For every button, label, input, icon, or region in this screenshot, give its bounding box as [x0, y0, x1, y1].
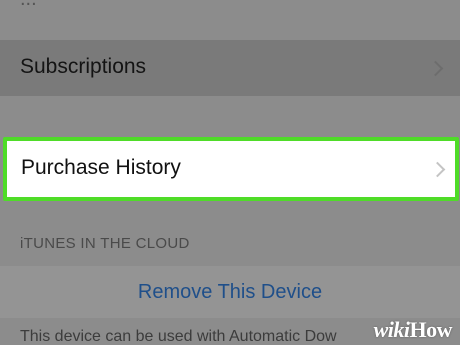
- settings-screen: ... Subscriptions Purchase History iTUNE…: [0, 0, 460, 345]
- subscriptions-label: Subscriptions: [20, 55, 147, 78]
- remove-device-row[interactable]: Remove This Device: [0, 266, 460, 318]
- purchase-history-row[interactable]: Purchase History: [3, 137, 459, 201]
- top-partial-text: ...: [20, 0, 37, 11]
- wikihow-logo-how: How: [409, 317, 453, 342]
- chevron-right-icon: [429, 161, 446, 178]
- wikihow-logo-wiki: wiki: [373, 317, 410, 342]
- subscriptions-row[interactable]: Subscriptions: [0, 40, 460, 96]
- section-header-itunes-cloud: iTUNES IN THE CLOUD: [20, 235, 190, 252]
- wikihow-logo: wikiHow: [373, 317, 453, 343]
- chevron-right-icon: [427, 60, 444, 77]
- footer-description: This device can be used with Automatic D…: [20, 328, 337, 345]
- remove-device-button[interactable]: Remove This Device: [0, 281, 460, 304]
- purchase-history-label: Purchase History: [21, 156, 181, 179]
